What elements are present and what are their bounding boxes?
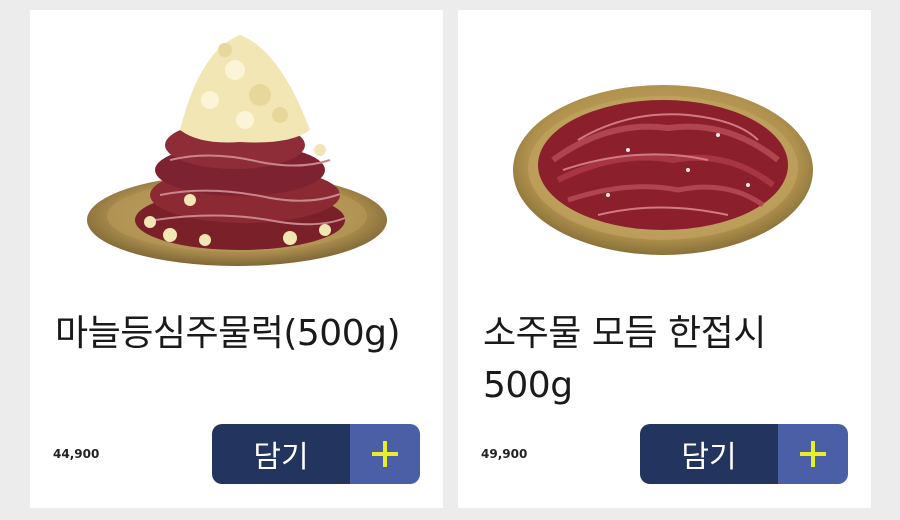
product-price: 49,900 [481,447,528,461]
marinated-beef-image [513,85,813,255]
product-name[interactable]: 소주물 모듬 한접시 500g [483,308,851,412]
add-to-cart-button[interactable]: 담기 [640,424,848,484]
plus-icon [350,424,420,484]
product-image[interactable] [30,10,443,280]
product-card[interactable]: 소주물 모듬 한접시 500g 49,900 담기 [458,10,871,508]
product-name[interactable]: 마늘등심주물럭(500g) [55,308,423,360]
product-image[interactable] [458,10,871,280]
plus-icon [778,424,848,484]
add-button-label: 담기 [640,424,778,484]
add-button-label: 담기 [212,424,350,484]
product-card[interactable]: 마늘등심주물럭(500g) 44,900 담기 [30,10,443,508]
product-price: 44,900 [53,447,100,461]
meat-with-garlic-image [87,35,387,266]
add-to-cart-button[interactable]: 담기 [212,424,420,484]
